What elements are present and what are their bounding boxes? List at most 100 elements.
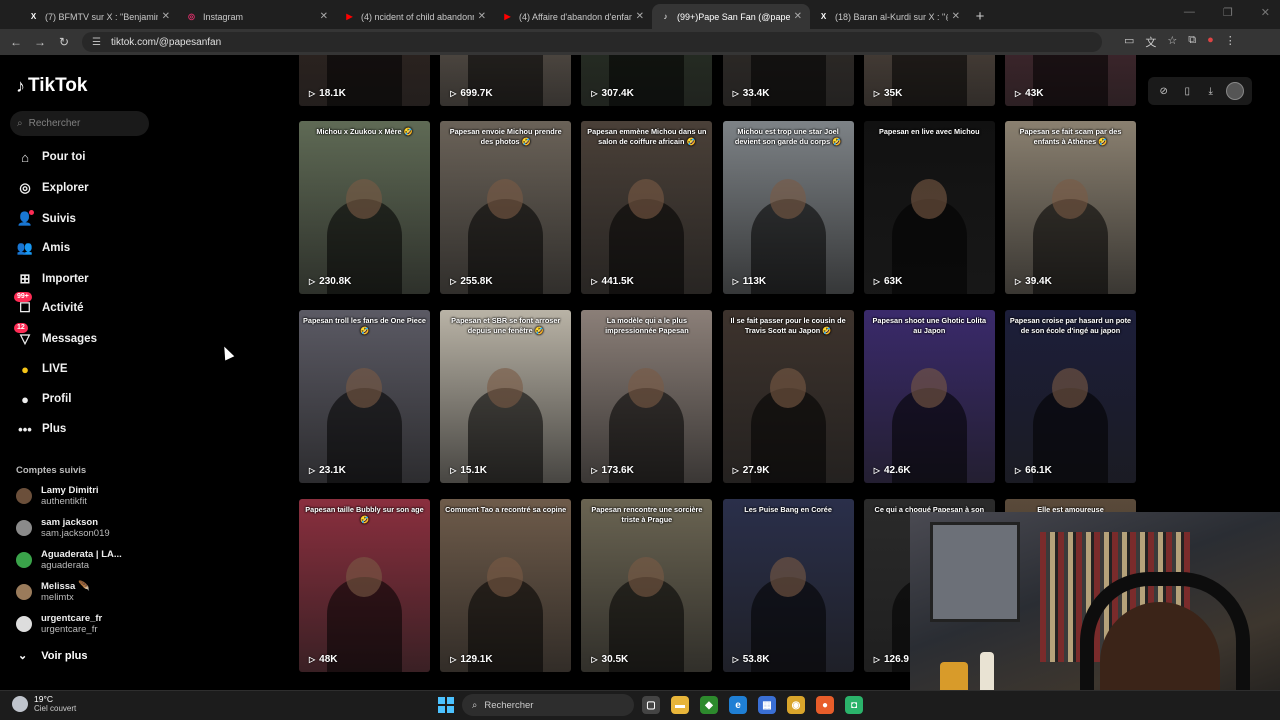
browser-menu-icon[interactable]: ⋮ — [1225, 34, 1236, 50]
live-icon: ● — [21, 361, 29, 377]
url-field[interactable]: ☰ tiktok.com/@papesanfan — [82, 32, 1102, 52]
nav-item-messages[interactable]: ▽ 12 Messages — [14, 323, 97, 348]
video-tile[interactable]: ▷ 18.1K — [299, 55, 430, 106]
video-tile[interactable]: La modèle qui a le plus impressionnée Pa… — [581, 310, 713, 483]
view-count-value: 113K — [742, 276, 767, 287]
browser-tab[interactable]: ◎ Instagram ✕ — [178, 4, 336, 29]
close-window-button[interactable]: ✕ — [1261, 6, 1270, 19]
play-icon: ▷ — [873, 466, 880, 475]
video-tile[interactable]: ▷ 699.7K — [440, 55, 572, 106]
video-tile[interactable]: Papesan envoie Michou prendre des photos… — [440, 121, 572, 294]
followed-account[interactable]: Melissa 🪶 melimtx — [16, 581, 90, 603]
friends-icon: 👥 — [16, 240, 34, 255]
account-handle: melimtx — [41, 592, 74, 603]
file-explorer-icon[interactable]: ▬ — [671, 696, 689, 714]
nav-item-activit[interactable]: ☐ 99+ Activité — [14, 292, 84, 317]
profile-avatar-icon[interactable]: ● — [1207, 34, 1214, 50]
nav-item-pourtoi[interactable]: ⌂ Pour toi — [16, 148, 85, 166]
search-box[interactable]: ⌕ — [10, 111, 149, 136]
close-tab-icon[interactable]: ✕ — [952, 11, 960, 22]
view-count-value: 129.1K — [460, 654, 493, 665]
back-button[interactable]: ← — [4, 35, 28, 49]
nav-item-profil[interactable]: ● Profil — [16, 390, 71, 408]
video-tile[interactable]: Papesan en live avec Michou ▷ 63K — [863, 121, 995, 294]
bookmark-star-icon[interactable]: ☆ — [1167, 34, 1177, 50]
video-thumbnail-head — [487, 179, 524, 219]
extensions-icon[interactable]: ⧉ — [1188, 34, 1196, 50]
translate-icon[interactable]: 文 — [1145, 34, 1156, 50]
chrome-icon[interactable]: ◉ — [787, 696, 805, 714]
see-more-button[interactable]: ⌄ Voir plus — [18, 649, 87, 663]
weather-widget[interactable]: 19°C Ciel couvert — [12, 694, 76, 714]
firefox-icon[interactable]: ● — [816, 696, 834, 714]
search-input[interactable] — [28, 118, 129, 129]
taskbar-search[interactable]: ⌕ Rechercher — [462, 694, 634, 716]
browser-tab[interactable]: X (7) BFMTV sur X : "Benjamin Ne ✕ — [20, 4, 178, 29]
followed-account[interactable]: urgentcare_fr urgentcare_fr — [16, 613, 102, 635]
video-tile[interactable]: ▷ 43K — [1005, 55, 1136, 106]
video-tile[interactable]: Michou x Zuukou x Mère 🤣 ▷ 230.8K — [299, 121, 430, 294]
view-count: ▷ 30.5K — [591, 654, 628, 665]
cast-icon[interactable]: ▭ — [1124, 34, 1134, 50]
nav-item-suivis[interactable]: 👤 Suivis — [16, 210, 76, 228]
video-tile[interactable]: Papesan rencontre une sorcière triste à … — [581, 499, 713, 672]
video-tile[interactable]: Papesan se fait scam par des enfants à A… — [1005, 121, 1136, 294]
maximize-button[interactable]: ❐ — [1223, 6, 1233, 19]
followed-account[interactable]: Lamy Dimitri authentikfit — [16, 485, 99, 507]
nav-item-importer[interactable]: ⊞ Importer — [16, 270, 89, 288]
close-tab-icon[interactable]: ✕ — [636, 11, 644, 22]
video-tile[interactable]: Papesan emmène Michou dans un salon de c… — [581, 121, 713, 294]
close-tab-icon[interactable]: ✕ — [478, 11, 486, 22]
task-view-icon[interactable]: ▢ — [642, 696, 660, 714]
nav-item-amis[interactable]: 👥 Amis — [16, 239, 70, 257]
followed-account[interactable]: sam jackson sam.jackson019 — [16, 517, 110, 539]
video-tile[interactable]: Papesan troll les fans de One Piece 🤣 ▷ 23… — [299, 310, 430, 483]
taskbar-apps: ▢ ▬ ◆ e ▦ ◉ ● ◘ — [642, 696, 863, 714]
user-avatar[interactable] — [1226, 82, 1245, 100]
video-tile[interactable]: Papesan taille Bubbly sur son age 🤣 ▷ 48K — [299, 499, 430, 672]
close-tab-icon[interactable]: ✕ — [320, 11, 328, 22]
play-icon: ▷ — [309, 89, 316, 98]
minimize-button[interactable]: — — [1184, 6, 1195, 19]
windows-start-icon[interactable] — [438, 697, 454, 713]
browser-tab[interactable]: ♪ (99+)Pape San Fan (@papesanf ✕ — [652, 4, 810, 29]
followed-account[interactable]: Aguaderata | LA... aguaderata — [16, 549, 122, 571]
video-tile[interactable]: Comment Tao a recontré sa copine ▷ 129.1K — [440, 499, 572, 672]
edge-icon[interactable]: e — [729, 696, 747, 714]
play-icon: ▷ — [1015, 277, 1022, 286]
close-tab-icon[interactable]: ✕ — [794, 11, 802, 22]
mobile-icon[interactable]: ▯ — [1179, 86, 1195, 97]
browser-tab[interactable]: ▶ (4) Affaire d'abandon d'enfants ✕ — [494, 4, 652, 29]
forward-button[interactable]: → — [28, 35, 52, 49]
video-tile[interactable]: Il se fait passer pour le cousin de Trav… — [722, 310, 854, 483]
video-tile[interactable]: ▷ 33.4K — [722, 55, 854, 106]
video-thumbnail-head — [769, 557, 806, 597]
nav-item-live[interactable]: ● LIVE — [16, 360, 68, 378]
share-icon[interactable]: ⊘ — [1156, 86, 1172, 97]
video-tile[interactable]: Les Puise Bang en Corée ▷ 53.8K — [722, 499, 854, 672]
video-tile[interactable]: ▷ 35K — [863, 55, 995, 106]
browser-tab[interactable]: ▶ (4) ncident of child abandonme ✕ — [336, 4, 494, 29]
browser-tab[interactable]: X (18) Baran al-Kurdi sur X : "@p ✕ — [810, 4, 968, 29]
video-tile[interactable]: Papesan et SBR se font arroser depuis un… — [440, 310, 572, 483]
store-icon[interactable]: ▦ — [758, 696, 776, 714]
video-tile[interactable]: Papesan shoot une Ghotic Lolita au Japon… — [863, 310, 995, 483]
reload-button[interactable]: ↻ — [52, 35, 76, 49]
nvidia-icon[interactable]: ◆ — [700, 696, 718, 714]
close-tab-icon[interactable]: ✕ — [162, 11, 170, 22]
account-name: sam jackson — [41, 517, 99, 528]
new-tab-button[interactable]: + — [968, 4, 992, 29]
account-name: urgentcare_fr — [41, 613, 103, 624]
video-tile[interactable]: Michou est trop une star Joel devient so… — [722, 121, 854, 294]
video-tile[interactable]: Papesan croise par hasard un pote de son… — [1005, 310, 1136, 483]
view-count: ▷ 441.5K — [591, 276, 633, 287]
download-icon[interactable]: ⤓ — [1203, 86, 1219, 97]
video-tile[interactable]: ▷ 307.4K — [581, 55, 713, 106]
site-info-icon[interactable]: ☰ — [92, 37, 101, 48]
tiktok-logo[interactable]: ♪ TikTok — [16, 75, 87, 97]
nav-item-explorer[interactable]: ◎ Explorer — [16, 179, 88, 197]
tiktok-note-icon: ♪ — [16, 75, 25, 96]
nav-item-plus[interactable]: ••• Plus — [16, 420, 66, 438]
discord-icon[interactable]: ◘ — [845, 696, 863, 714]
tab-title: (4) ncident of child abandonme — [361, 11, 474, 22]
